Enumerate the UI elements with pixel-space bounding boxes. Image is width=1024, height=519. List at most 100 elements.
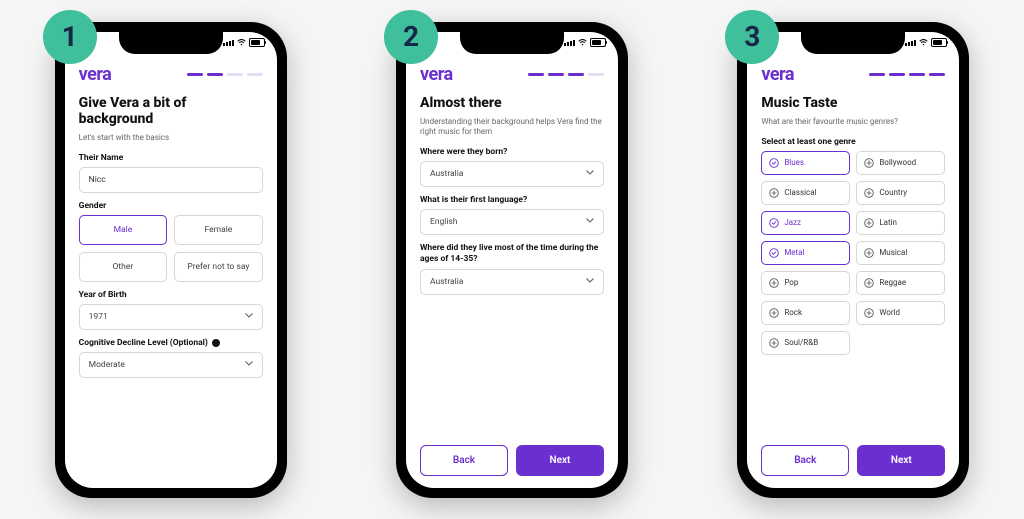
name-value: Nicc [89, 175, 106, 185]
genre-option[interactable]: Soul/R&B [761, 331, 850, 355]
footer-actions: Back Next [761, 445, 945, 476]
genre-label: Classical [784, 188, 816, 197]
battery-icon [931, 38, 947, 47]
plus-circle-icon [864, 278, 874, 288]
plus-circle-icon [864, 158, 874, 168]
genre-option[interactable]: Blues [761, 151, 850, 175]
genre-option[interactable]: Bollywood [856, 151, 945, 175]
back-button[interactable]: Back [761, 445, 849, 476]
genre-grid: Blues Bollywood Classical Country Jazz Latin M… [761, 151, 945, 355]
screen-1: vera Give Vera a bit of background Let's… [65, 32, 277, 488]
name-input[interactable]: Nicc [79, 167, 263, 193]
notch [801, 32, 905, 54]
info-icon[interactable] [212, 339, 220, 347]
genre-option[interactable]: Country [856, 181, 945, 205]
plus-circle-icon [864, 188, 874, 198]
brand-logo: vera [761, 64, 794, 85]
step-badge-2: 2 [384, 10, 438, 64]
genre-option[interactable]: Musical [856, 241, 945, 265]
battery-icon [249, 38, 265, 47]
phone-frame-3: vera Music Taste What are their favourit… [737, 22, 969, 498]
step-badge-1: 1 [43, 10, 97, 64]
genre-option[interactable]: Pop [761, 271, 850, 295]
gender-option[interactable]: Male [79, 215, 168, 245]
next-button[interactable]: Next [516, 445, 604, 476]
plus-circle-icon [864, 308, 874, 318]
genre-option[interactable]: Reggae [856, 271, 945, 295]
q1-label: Where were they born? [420, 147, 604, 157]
plus-circle-icon [769, 308, 779, 318]
gender-option[interactable]: Prefer not to say [174, 252, 263, 282]
yob-select[interactable]: 1971 [79, 304, 263, 330]
signal-icon [223, 40, 234, 46]
notch [460, 32, 564, 54]
chevron-down-icon [245, 313, 253, 321]
progress-bar [869, 73, 945, 76]
progress-bar [528, 73, 604, 76]
chevron-down-icon [245, 361, 253, 369]
genre-label: Rock [784, 308, 802, 317]
decline-value: Moderate [89, 360, 125, 370]
q2-select[interactable]: English [420, 209, 604, 235]
decline-select[interactable]: Moderate [79, 352, 263, 378]
phone-3-wrap: 3 vera Music Taste [737, 22, 969, 498]
genre-option[interactable]: Jazz [761, 211, 850, 235]
genre-option[interactable]: Metal [761, 241, 850, 265]
page-subtitle: Let's start with the basics [79, 133, 263, 143]
check-circle-icon [769, 158, 779, 168]
plus-circle-icon [864, 218, 874, 228]
footer-actions: Back Next [420, 445, 604, 476]
plus-circle-icon [769, 338, 779, 348]
phone-2-wrap: 2 vera Almost there [396, 22, 628, 498]
genre-label: Musical [879, 248, 907, 257]
genre-label: World [879, 308, 900, 317]
genre-label: Soul/R&B [784, 338, 818, 347]
genre-label: Metal [784, 248, 804, 257]
signal-icon [905, 40, 916, 46]
page-subtitle: Understanding their background helps Ver… [420, 117, 604, 138]
page-title: Music Taste [761, 95, 945, 111]
check-circle-icon [769, 248, 779, 258]
screen-2: vera Almost there Understanding their ba… [406, 32, 618, 488]
genre-label: Pop [784, 278, 798, 287]
chevron-down-icon [586, 170, 594, 178]
next-button[interactable]: Next [857, 445, 945, 476]
progress-bar [187, 73, 263, 76]
genre-label: Latin [879, 218, 897, 227]
phone-1-wrap: 1 vera Give Vera a bit [55, 22, 287, 498]
notch [119, 32, 223, 54]
plus-circle-icon [864, 248, 874, 258]
gender-options: MaleFemaleOtherPrefer not to say [79, 215, 263, 282]
screen-3: vera Music Taste What are their favourit… [747, 32, 959, 488]
phone-frame-2: vera Almost there Understanding their ba… [396, 22, 628, 498]
q3-label: Where did they live most of the time dur… [420, 243, 604, 265]
name-label: Their Name [79, 153, 263, 163]
genre-label: Jazz [784, 218, 801, 227]
brand-logo: vera [79, 64, 112, 85]
wifi-icon [919, 39, 928, 46]
genre-label: Bollywood [879, 158, 916, 167]
genre-option[interactable]: Classical [761, 181, 850, 205]
check-circle-icon [769, 218, 779, 228]
content-1: vera Give Vera a bit of background Let's… [65, 54, 277, 488]
gender-option[interactable]: Other [79, 252, 168, 282]
back-button[interactable]: Back [420, 445, 508, 476]
brand-logo: vera [420, 64, 453, 85]
q3-value: Australia [430, 277, 463, 287]
q1-value: Australia [430, 169, 463, 179]
q1-select[interactable]: Australia [420, 161, 604, 187]
genre-option[interactable]: World [856, 301, 945, 325]
wifi-icon [237, 39, 246, 46]
phone-frame-1: vera Give Vera a bit of background Let's… [55, 22, 287, 498]
page-title: Give Vera a bit of background [79, 95, 263, 127]
q3-select[interactable]: Australia [420, 269, 604, 295]
genre-option[interactable]: Latin [856, 211, 945, 235]
genre-option[interactable]: Rock [761, 301, 850, 325]
plus-circle-icon [769, 278, 779, 288]
signal-icon [564, 40, 575, 46]
q2-label: What is their first language? [420, 195, 604, 205]
battery-icon [590, 38, 606, 47]
content-2: vera Almost there Understanding their ba… [406, 54, 618, 488]
decline-label: Cognitive Decline Level (Optional) [79, 338, 263, 348]
gender-option[interactable]: Female [174, 215, 263, 245]
